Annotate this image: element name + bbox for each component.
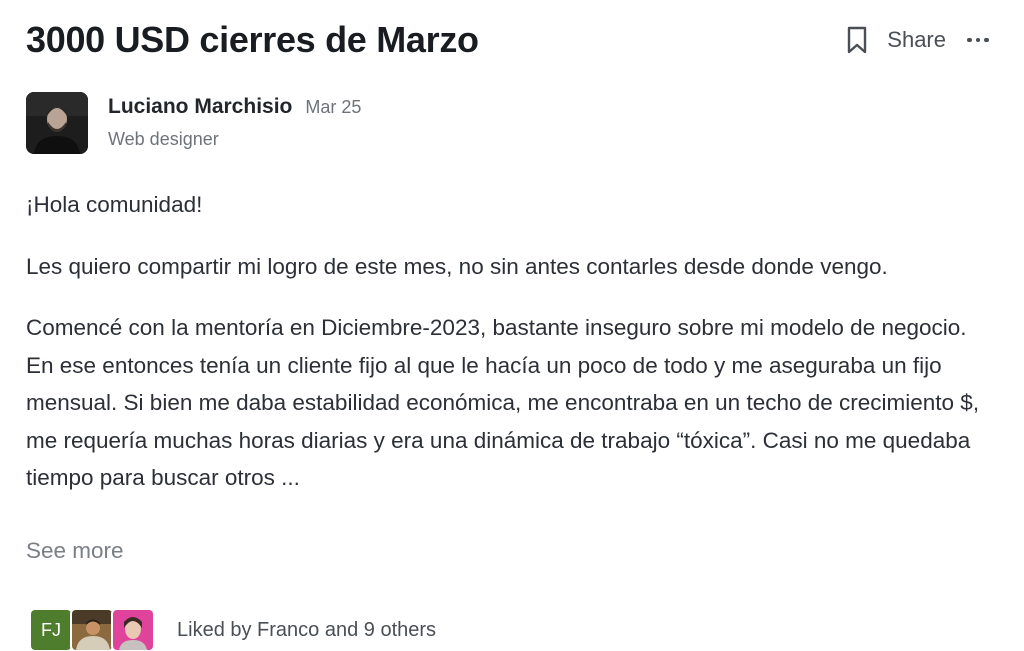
- likes-summary[interactable]: Liked by Franco and 9 others: [177, 619, 436, 642]
- bookmark-button[interactable]: [845, 25, 869, 55]
- see-more-link[interactable]: See more: [26, 538, 124, 564]
- post-header: 3000 USD cierres de Marzo Share: [26, 14, 996, 66]
- author-info: Luciano Marchisio Mar 25 Web designer: [108, 95, 361, 154]
- author-role: Web designer: [108, 129, 219, 149]
- post-paragraph: Comencé con la mentoría en Diciembre-202…: [26, 315, 980, 490]
- author-name[interactable]: Luciano Marchisio: [108, 95, 292, 119]
- author-block: Luciano Marchisio Mar 25 Web designer: [26, 92, 361, 154]
- likes-row[interactable]: FJ Liked by Franco and 9 others: [29, 608, 436, 651]
- person-photo-icon: [72, 610, 112, 650]
- more-horizontal-icon: [967, 37, 972, 43]
- more-options-button[interactable]: [964, 37, 992, 43]
- liker-avatars: FJ: [29, 608, 155, 651]
- community-post: 3000 USD cierres de Marzo Share Luciano …: [0, 0, 1024, 651]
- liker-avatar: [70, 608, 114, 651]
- author-avatar[interactable]: [26, 92, 88, 154]
- post-paragraph: ¡Hola comunidad!: [26, 192, 203, 217]
- post-date[interactable]: Mar 25: [305, 97, 361, 118]
- bookmark-icon: [848, 26, 867, 54]
- share-button[interactable]: Share: [887, 27, 946, 53]
- post-paragraph: Les quiero compartir mi logro de este me…: [26, 253, 888, 279]
- liker-avatar: [111, 608, 155, 651]
- post-body: ¡Hola comunidad! Les quiero compartir mi…: [26, 186, 986, 497]
- person-photo-icon: [26, 92, 88, 154]
- post-title: 3000 USD cierres de Marzo: [26, 19, 479, 60]
- liker-avatar: FJ: [29, 608, 73, 651]
- person-photo-icon: [113, 610, 153, 650]
- post-actions: Share: [845, 25, 992, 55]
